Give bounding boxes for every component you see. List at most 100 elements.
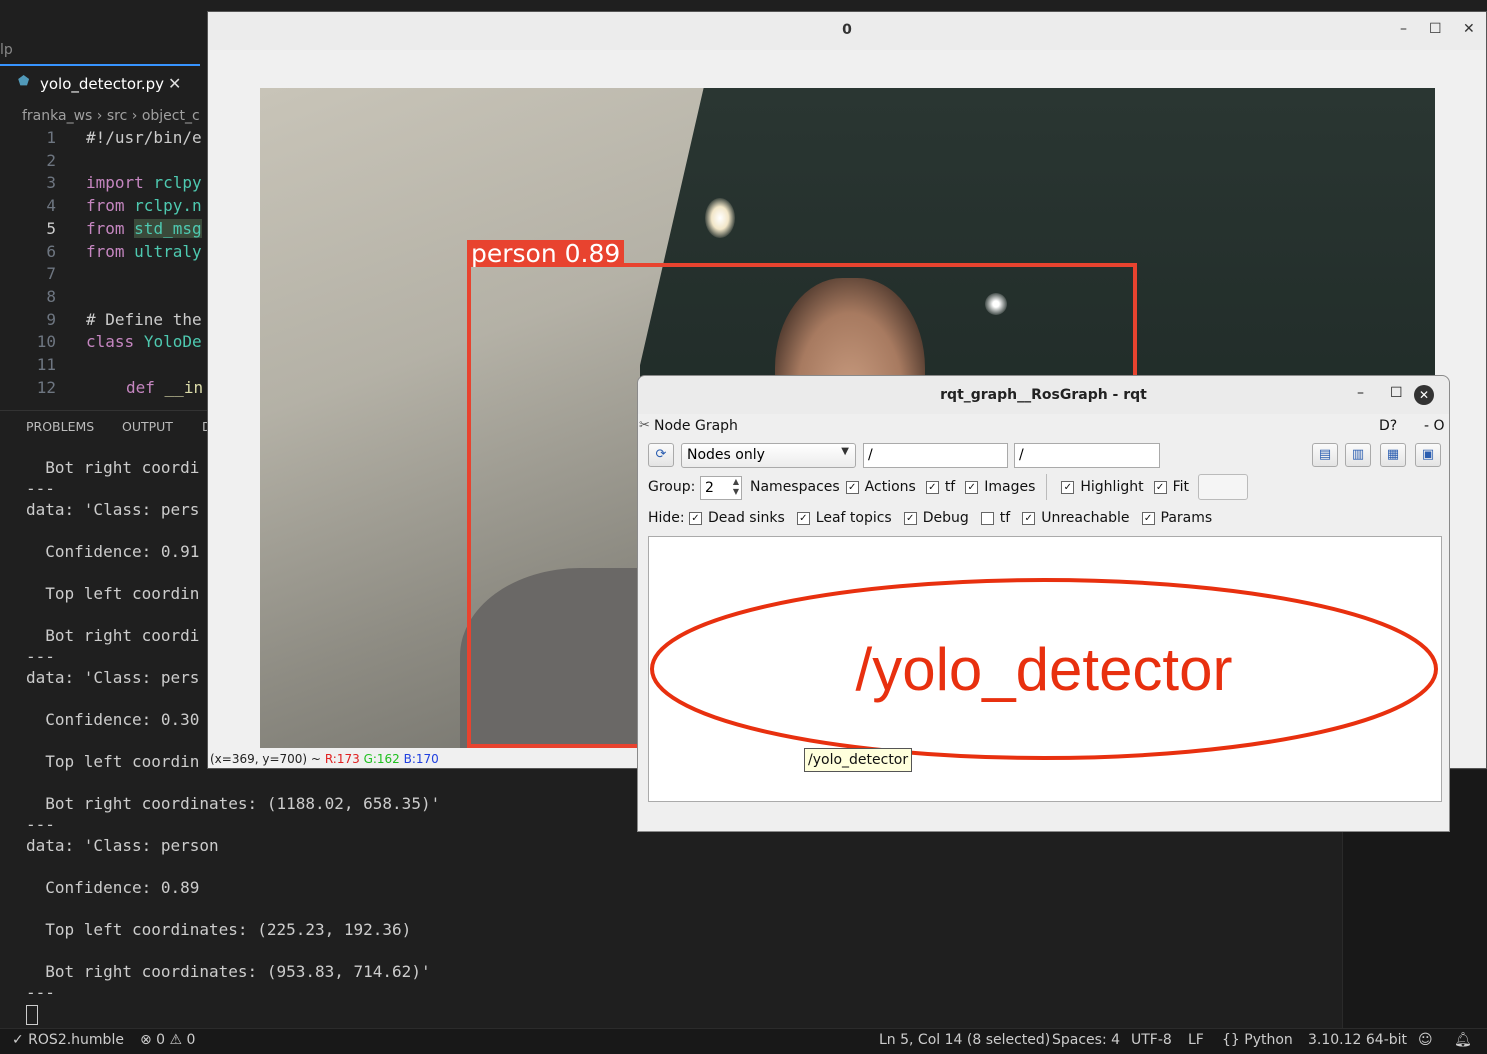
code-line[interactable]: 5 from std_msg	[0, 218, 210, 242]
bell-icon[interactable]: 🔔︎	[1454, 1032, 1472, 1048]
feedback-icon[interactable]: ☺	[1418, 1032, 1433, 1048]
code-text: def __in	[126, 377, 204, 397]
save-dot-icon[interactable]: ▥	[1345, 443, 1371, 467]
close-button[interactable]: ✕	[1414, 385, 1434, 405]
line-number: 10	[36, 332, 56, 352]
close-icon[interactable]: ✕	[168, 74, 181, 93]
image-window-titlebar[interactable]: 0 – ☐ ✕	[208, 12, 1486, 50]
spin-arrows-icon[interactable]: ▲ ▼	[733, 477, 739, 497]
node-label[interactable]: /yolo_detector	[856, 636, 1233, 703]
code-line[interactable]: 4 from rclpy.n	[0, 196, 210, 219]
status-eol[interactable]: LF	[1188, 1032, 1204, 1048]
checkbox-debug[interactable]: ✓ Debug	[903, 510, 969, 526]
maximize-button[interactable]: ☐	[1390, 385, 1403, 401]
status-language[interactable]: {} Python	[1222, 1032, 1293, 1048]
checkbox-params[interactable]: ✓ Params	[1141, 510, 1212, 526]
refresh-icon[interactable]: ⟳	[648, 443, 674, 467]
checkbox-images[interactable]: ✓ Images	[965, 479, 1035, 495]
graph-view[interactable]: /yolo_detector /yolo_detector	[648, 536, 1442, 802]
plugin-title: Node Graph	[654, 418, 738, 434]
breadcrumb-item[interactable]: franka_ws	[22, 108, 92, 124]
code-text: #!/usr/bin/e	[86, 128, 202, 147]
status-bar: ✓ ROS2.humble ⊗ 0 ⚠ 0 Ln 5, Col 14 (8 se…	[0, 1028, 1487, 1054]
terminal-line: Top left coordinates: (225.23, 192.36)	[26, 920, 412, 939]
minimize-button[interactable]: –	[1400, 21, 1407, 37]
hide-label: Hide:	[648, 510, 685, 526]
plugin-close-button[interactable]: - O	[1424, 418, 1445, 434]
checkbox-box[interactable]: ✓	[689, 511, 702, 525]
code-line[interactable]: 10 class YoloDe	[0, 332, 210, 355]
status-problems[interactable]: ⊗ 0 ⚠ 0	[140, 1032, 195, 1048]
status-interpreter[interactable]: 3.10.12 64-bit	[1308, 1032, 1407, 1048]
status-encoding[interactable]: UTF-8	[1131, 1032, 1172, 1048]
checkbox-actions[interactable]: ✓ Actions	[845, 479, 916, 495]
checkbox-box[interactable]: ✓	[925, 480, 939, 494]
help-icon[interactable]: D?	[1379, 418, 1397, 434]
line-number: 8	[46, 286, 56, 306]
load-dot-icon[interactable]: ▤	[1312, 443, 1338, 467]
fit-button[interactable]	[1198, 474, 1248, 500]
checkbox-fit[interactable]: ✓ Fit	[1153, 479, 1189, 495]
checkbox-leaf-topics[interactable]: ✓ Leaf topics	[796, 510, 892, 526]
graph-type-value: Nodes only	[687, 447, 765, 463]
code-text: from std_msg	[86, 218, 202, 238]
checkbox-box[interactable]	[980, 511, 994, 525]
save-svg-icon[interactable]: ▦	[1380, 443, 1406, 467]
code-line[interactable]: 12 def __in	[0, 378, 210, 401]
close-button[interactable]: ✕	[1463, 21, 1475, 37]
line-number: 9	[46, 309, 56, 329]
checkbox-tf[interactable]: ✓ tf	[925, 479, 955, 495]
tab-label: yolo_detector.py	[40, 75, 165, 93]
rqt-titlebar[interactable]: rqt_graph__RosGraph - rqt – ☐ ✕	[638, 376, 1449, 414]
code-text: class YoloDe	[86, 332, 202, 352]
maximize-button[interactable]: ☐	[1429, 21, 1442, 37]
status-spaces[interactable]: Spaces: 4	[1052, 1032, 1120, 1048]
pixel-green: G:162	[363, 752, 400, 766]
checkbox-box[interactable]: ✓	[1061, 480, 1075, 494]
chevron-right-icon: ›	[96, 108, 107, 124]
topic-filter-input[interactable]: /	[1014, 443, 1160, 468]
code-line[interactable]: 9 # Define the	[0, 310, 210, 333]
checkbox-namespaces[interactable]: Namespaces	[750, 479, 840, 495]
detection-label: person 0.89	[467, 240, 625, 267]
code-line[interactable]: 8	[0, 287, 210, 310]
code-line[interactable]: 3 import rclpy	[0, 173, 210, 196]
checkbox-box[interactable]: ✓	[965, 480, 979, 494]
code-line[interactable]: 6 from ultraly	[0, 242, 210, 265]
code-editor[interactable]: 1 #!/usr/bin/e 2 3 import rclpy 4 from rclpy.n…	[0, 128, 210, 408]
terminal-line: Confidence: 0.89	[26, 878, 200, 897]
node-filter-input[interactable]: /	[863, 443, 1008, 468]
terminal-line: ---	[26, 983, 55, 1002]
code-line[interactable]: 2	[0, 151, 210, 174]
checkbox-unreachable[interactable]: ✓ Unreachable	[1022, 510, 1130, 526]
line-number: 6	[46, 241, 56, 261]
tab-problems[interactable]: PROBLEMS	[26, 419, 94, 434]
checkbox-box[interactable]: ✓	[1153, 480, 1167, 494]
terminal-line: data: 'Class: pers	[26, 500, 200, 519]
minimize-button[interactable]: –	[1357, 385, 1364, 401]
node-tooltip: /yolo_detector	[804, 748, 913, 772]
code-line[interactable]: 1 #!/usr/bin/e	[0, 128, 210, 151]
menu-help[interactable]: lp	[0, 42, 13, 58]
line-number: 4	[46, 196, 56, 216]
checkbox-tf[interactable]: tf	[980, 510, 1010, 526]
editor-tab[interactable]: ⬟ yolo_detector.py ✕	[0, 64, 200, 100]
checkbox-box[interactable]: ✓	[1141, 511, 1155, 525]
breadcrumb-item[interactable]: object_c	[142, 108, 200, 124]
tab-output[interactable]: OUTPUT	[122, 419, 173, 434]
checkbox-highlight[interactable]: ✓ Highlight	[1061, 479, 1144, 495]
checkbox-box[interactable]: ✓	[1022, 511, 1036, 525]
save-image-icon[interactable]: ▣	[1415, 443, 1441, 467]
checkbox-box[interactable]: ✓	[903, 511, 917, 525]
checkbox-dead-sinks[interactable]: ✓ Dead sinks	[689, 510, 785, 526]
checkbox-box[interactable]: ✓	[845, 480, 859, 494]
code-line[interactable]: 11	[0, 355, 210, 378]
checkbox-box[interactable]: ✓	[796, 511, 810, 525]
graph-type-select[interactable]: Nodes only ▼	[681, 443, 856, 468]
group-spinbox[interactable]: 2 ▲ ▼	[700, 476, 742, 500]
breadcrumb-item[interactable]: src	[107, 108, 127, 124]
code-line[interactable]: 7	[0, 264, 210, 287]
rqt-window: rqt_graph__RosGraph - rqt – ☐ ✕ ✂ Node G…	[637, 375, 1450, 832]
status-branch[interactable]: ✓ ROS2.humble	[12, 1032, 124, 1048]
status-position[interactable]: Ln 5, Col 14 (8 selected)	[879, 1032, 1050, 1048]
